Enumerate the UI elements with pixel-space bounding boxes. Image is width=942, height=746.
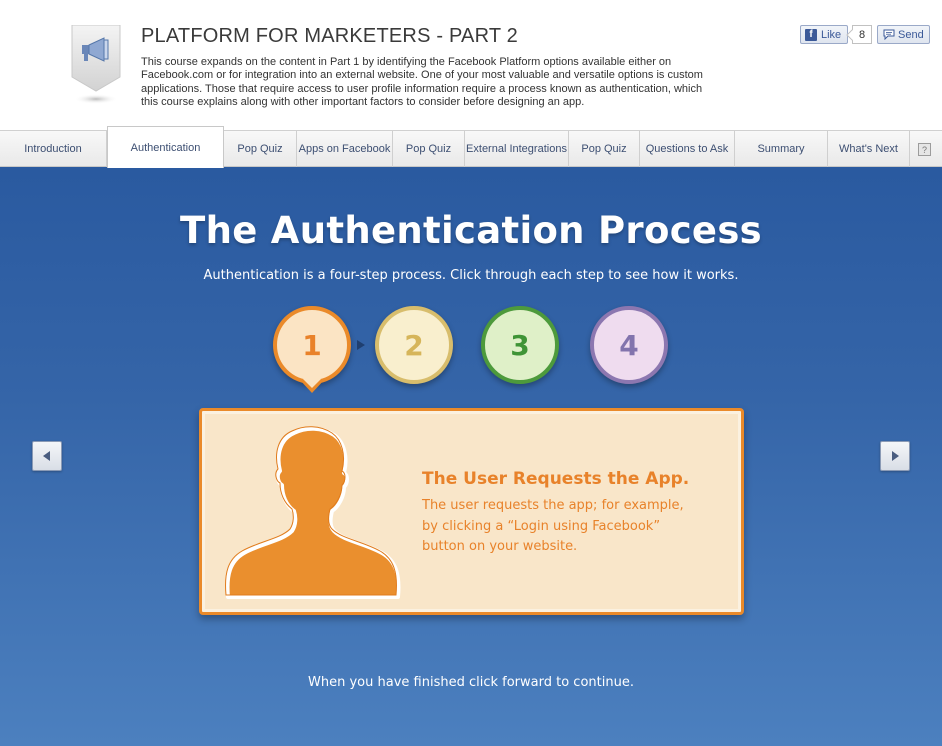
facebook-like-button[interactable]: f Like	[800, 25, 849, 44]
continue-instruction: When you have finished click forward to …	[308, 675, 634, 690]
step-4-button[interactable]: 4	[590, 306, 668, 384]
course-header: PLATFORM FOR MARKETERS - PART 2 This cou…	[0, 0, 942, 130]
like-label: Like	[821, 28, 842, 41]
active-step-pointer-inner	[303, 379, 321, 388]
tab-apps-on-facebook[interactable]: Apps on Facebook	[297, 131, 393, 167]
tab-introduction[interactable]: Introduction	[0, 131, 107, 167]
arrow-left-icon	[43, 451, 50, 461]
lesson-subtitle: Authentication is a four-step process. C…	[203, 268, 739, 283]
tab-pop-quiz-3[interactable]: Pop Quiz	[569, 131, 640, 167]
previous-button[interactable]	[32, 441, 62, 471]
step-arrow-icon	[357, 340, 365, 350]
arrow-right-icon	[892, 451, 899, 461]
like-count: 8	[852, 25, 872, 44]
send-label: Send	[898, 28, 924, 41]
step-3-button[interactable]: 3	[481, 306, 559, 384]
lesson-title: The Authentication Process	[180, 209, 762, 252]
tab-summary[interactable]: Summary	[735, 131, 828, 167]
tab-pop-quiz-2[interactable]: Pop Quiz	[393, 131, 465, 167]
app-root: PLATFORM FOR MARKETERS - PART 2 This cou…	[0, 0, 942, 746]
step-description: The user requests the app; for example, …	[422, 498, 684, 554]
tab-questions-to-ask[interactable]: Questions to Ask	[640, 131, 735, 167]
speech-bubble-icon	[883, 29, 895, 40]
help-icon[interactable]: ?	[918, 143, 931, 156]
tab-whats-next[interactable]: What's Next	[828, 131, 910, 167]
step-2-button[interactable]: 2	[375, 306, 453, 384]
user-silhouette-icon	[225, 426, 401, 599]
tab-authentication[interactable]: Authentication	[107, 126, 224, 168]
megaphone-icon	[71, 25, 121, 104]
course-description: This course expands on the content in Pa…	[141, 56, 703, 109]
step-1-button[interactable]: 1	[273, 306, 351, 384]
course-title: PLATFORM FOR MARKETERS - PART 2	[141, 25, 518, 47]
step-detail-card: The User Requests the App. The user requ…	[199, 408, 744, 615]
lesson-stage: The Authentication Process Authenticatio…	[0, 167, 942, 746]
next-button[interactable]	[880, 441, 910, 471]
facebook-send-button[interactable]: Send	[877, 25, 930, 44]
step-title: The User Requests the App.	[422, 469, 690, 489]
facebook-f-icon: f	[805, 28, 817, 41]
course-tab-bar: Introduction Authentication Pop Quiz App…	[0, 126, 942, 168]
tab-external-integrations[interactable]: External Integrations	[465, 131, 569, 167]
tab-pop-quiz-1[interactable]: Pop Quiz	[224, 131, 297, 167]
